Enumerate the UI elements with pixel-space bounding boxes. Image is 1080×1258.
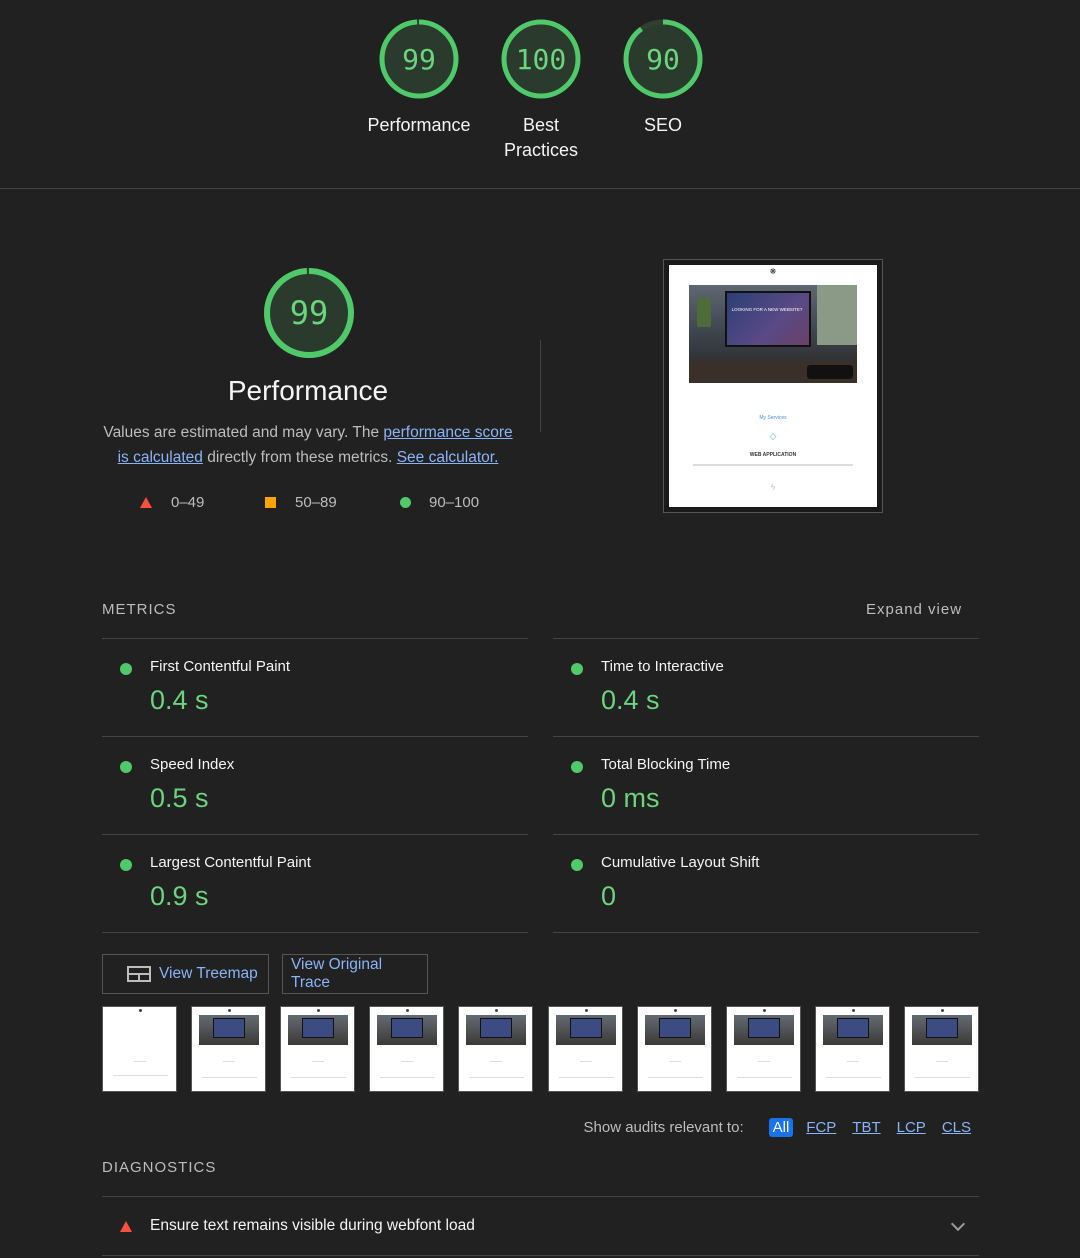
view-original-trace-button[interactable]: View Original Trace [282, 954, 428, 994]
filmstrip-frame[interactable] [725, 1006, 801, 1092]
filmstrip-frame[interactable] [814, 1006, 890, 1092]
metric-value: 0.5 s [150, 783, 209, 813]
filter-chip-all[interactable]: All [768, 1118, 794, 1137]
triangle-icon [120, 1221, 132, 1232]
view-treemap-label: View Treemap [159, 965, 258, 982]
final-screenshot[interactable]: ❋ LOOKING FOR A NEW WEBSITE? My Services… [663, 259, 883, 513]
metric-value: 0 [601, 881, 617, 911]
performance-label: Performance [367, 115, 471, 135]
view-treemap-button[interactable]: View Treemap [102, 954, 269, 994]
circle-icon [571, 859, 583, 871]
hero-text: LOOKING FOR A NEW WEBSITE? [731, 307, 803, 312]
treemap-icon [127, 966, 151, 982]
metric-value: 0 ms [601, 783, 660, 813]
circle-icon [571, 761, 583, 773]
legend-poor-label: 0–49 [171, 493, 205, 511]
filmstrip-frame[interactable] [280, 1006, 356, 1092]
logo-icon: ❋ [769, 267, 777, 276]
header-divider [0, 188, 1080, 189]
service-name: WEB APPLICATION [749, 452, 797, 458]
circle-icon [120, 761, 132, 773]
legend-poor: 0–49 [140, 492, 204, 512]
vertical-divider [540, 340, 541, 432]
metrics-divider [553, 932, 979, 933]
best-practices-label: Best Practices [503, 115, 579, 160]
legend-good-label: 90–100 [429, 493, 480, 511]
seo-score: 90 [646, 42, 680, 76]
filter-chip-cls[interactable]: CLS [939, 1119, 974, 1136]
filmstrip [102, 1006, 979, 1092]
legend-average-label: 50–89 [295, 493, 337, 511]
triangle-icon [140, 496, 152, 508]
diamond-icon: ◇ [769, 431, 777, 441]
performance-description: Values are estimated and may vary. The p… [100, 420, 516, 470]
desk-mat-shape [807, 365, 853, 379]
filmstrip-frame[interactable] [903, 1006, 979, 1092]
expand-view-toggle[interactable]: Expand view [866, 601, 962, 618]
performance-gauge[interactable]: 99 [378, 18, 460, 100]
metric-tti: Time to Interactive 0.4 s [553, 638, 979, 736]
diagnostics-heading: DIAGNOSTICS [102, 1159, 217, 1176]
filmstrip-frame[interactable] [102, 1006, 177, 1092]
metric-label: Time to Interactive [601, 658, 724, 675]
filmstrip-frame[interactable] [458, 1006, 534, 1092]
audit-filter: Show audits relevant to: All FCP TBT LCP… [584, 1118, 974, 1137]
filmstrip-frame[interactable] [191, 1006, 267, 1092]
bolt-icon: ϟ [770, 483, 776, 492]
filter-chip-lcp[interactable]: LCP [894, 1119, 929, 1136]
metric-label: Speed Index [150, 756, 235, 773]
square-icon [265, 496, 276, 508]
metric-label: Largest Contentful Paint [150, 854, 311, 871]
seo-label: SEO [643, 115, 682, 135]
see-calculator-link[interactable]: See calculator. [397, 449, 499, 466]
metric-value: 0.4 s [601, 685, 660, 715]
filmstrip-frame[interactable] [547, 1006, 623, 1092]
performance-score: 99 [402, 42, 436, 76]
hero-image: LOOKING FOR A NEW WEBSITE? [689, 285, 857, 383]
filter-chip-tbt[interactable]: TBT [849, 1119, 883, 1136]
screenshot-page: ❋ LOOKING FOR A NEW WEBSITE? My Services… [669, 265, 877, 507]
best-practices-score: 100 [515, 42, 567, 76]
circle-icon [400, 496, 411, 508]
metric-value: 0.4 s [150, 685, 209, 715]
monitor-shape [725, 291, 811, 347]
metric-lcp: Largest Contentful Paint 0.9 s [102, 834, 528, 932]
desc-text-2: directly from these metrics. [202, 449, 397, 466]
metrics-heading: METRICS [102, 601, 177, 618]
filmstrip-frame[interactable] [369, 1006, 445, 1092]
metric-cls: Cumulative Layout Shift 0 [553, 834, 979, 932]
legend-good: 90–100 [400, 492, 479, 512]
filter-chip-fcp[interactable]: FCP [803, 1119, 839, 1136]
seo-gauge[interactable]: 90 [622, 18, 704, 100]
metric-label: First Contentful Paint [150, 658, 291, 675]
chevron-down-icon[interactable] [950, 1216, 966, 1232]
window-shape [817, 285, 857, 345]
desc-text: Values are estimated and may vary. The [103, 424, 384, 441]
best-practices-gauge[interactable]: 100 [500, 18, 582, 100]
metric-value: 0.9 s [150, 881, 209, 911]
service-text [693, 464, 853, 466]
performance-big-score: 99 [289, 294, 329, 332]
legend-average: 50–89 [265, 492, 337, 512]
metric-label: Total Blocking Time [601, 756, 731, 773]
diagnostic-label: Ensure text remains visible during webfo… [150, 1217, 475, 1234]
performance-big-gauge: 99 [262, 266, 356, 360]
plant-shape [697, 297, 711, 327]
metric-si: Speed Index 0.5 s [102, 736, 528, 834]
circle-icon [120, 663, 132, 675]
circle-icon [571, 663, 583, 675]
services-heading: My Services [759, 415, 787, 421]
metric-label: Cumulative Layout Shift [601, 854, 760, 871]
diagnostic-item[interactable]: Ensure text remains visible during webfo… [102, 1196, 979, 1256]
performance-title: Performance [227, 375, 389, 406]
filmstrip-frame[interactable] [636, 1006, 712, 1092]
metric-tbt: Total Blocking Time 0 ms [553, 736, 979, 834]
metric-fcp: First Contentful Paint 0.4 s [102, 638, 528, 736]
metrics-divider [102, 932, 528, 933]
circle-icon [120, 859, 132, 871]
audit-filter-label: Show audits relevant to: [583, 1119, 744, 1136]
